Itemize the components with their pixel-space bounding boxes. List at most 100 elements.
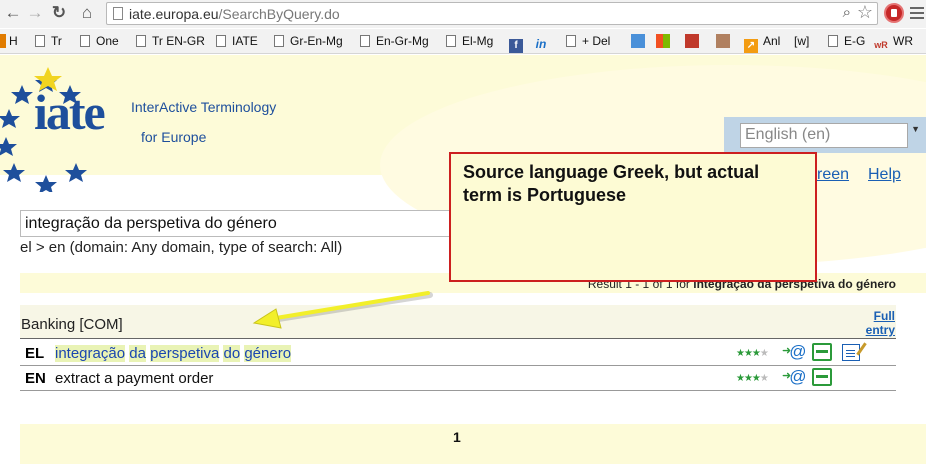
facebook-icon: f [509, 39, 523, 53]
bookmark-item[interactable]: Tr EN-GR [136, 33, 205, 50]
transfer-icon[interactable] [812, 343, 832, 361]
reliability-stars-icon: ★★★★ [736, 348, 769, 359]
adblock-extension-icon[interactable] [884, 3, 904, 23]
bookmark-label: Anl [763, 34, 781, 48]
term-word[interactable]: da [129, 345, 146, 362]
bookmark-label: E-G [844, 34, 866, 48]
bookmark-item[interactable]: Gr-En-Mg [274, 33, 343, 50]
email-term-icon[interactable]: ➜@ [782, 367, 806, 387]
term-text[interactable]: extract a payment order [55, 370, 213, 387]
domain-label: Banking [COM] [21, 316, 123, 333]
forward-arrow-icon[interactable]: → [24, 2, 46, 24]
bookmark-item[interactable]: H [0, 33, 18, 50]
linkedin-icon: in [535, 37, 547, 51]
document-icon [446, 35, 456, 47]
bookmark-label: [w] [794, 34, 810, 48]
url-host: iate.europa.eu [129, 6, 219, 22]
term-word[interactable]: integração [55, 345, 126, 362]
bookmarks-bar: H Tr One Tr EN-GR IATE Gr-En-Mg En-Gr-Mg… [0, 29, 926, 54]
bookmark-label: Gr-En-Mg [290, 34, 343, 48]
bookmark-label: El-Mg [462, 34, 494, 48]
bookmark-item[interactable]: ↗ Anl [744, 33, 781, 53]
bookmark-item[interactable]: En-Gr-Mg [360, 33, 429, 50]
bookmark-label: Tr EN-GR [152, 34, 205, 48]
zoom-icon[interactable]: ⌕ [843, 4, 851, 21]
bookmark-item[interactable] [685, 33, 704, 50]
address-bar[interactable]: iate.europa.eu/SearchByQuery.do ⌕ ☆ [106, 2, 878, 25]
table-row: EN extract a payment order ★★★★ ➜@ [20, 366, 896, 391]
browser-menu-icon[interactable] [910, 4, 924, 22]
bookmark-item[interactable]: Tr [35, 33, 62, 50]
bookmark-item[interactable]: + Del [566, 33, 610, 50]
bookmark-item[interactable]: E-G [828, 33, 865, 50]
table-row: EL integração da perspetiva do género ★★… [20, 341, 896, 366]
term-text[interactable]: integração da perspetiva do género [55, 345, 292, 362]
term-word[interactable]: perspetiva [150, 345, 220, 362]
search-input[interactable] [20, 210, 450, 237]
page-content: iate InterActive Terminology for Europe … [0, 55, 926, 474]
interface-language-select[interactable]: English (en) ▼ [724, 117, 926, 153]
bookmark-item[interactable] [716, 33, 735, 50]
bookmark-item[interactable]: [w] [794, 33, 809, 50]
bookmark-item[interactable]: in [534, 33, 553, 51]
bookmark-favicon [0, 34, 6, 48]
email-term-icon[interactable]: ➜@ [782, 342, 806, 362]
term-word[interactable]: do [223, 345, 241, 362]
bookmark-item[interactable]: IATE [216, 33, 258, 50]
url-path: /SearchByQuery.do [218, 6, 340, 22]
language-code: EL [25, 345, 45, 362]
brand-line-1: InterActive Terminology [131, 99, 277, 115]
document-icon [274, 35, 284, 47]
bookmark-item[interactable]: wR WR [874, 33, 913, 50]
language-select-value[interactable]: English (en) [740, 123, 908, 148]
language-code: EN [25, 370, 46, 387]
document-icon [136, 35, 146, 47]
document-icon [80, 35, 90, 47]
bookmark-label: H [9, 34, 18, 48]
bookmark-label: WR [893, 34, 913, 48]
iate-logo: iate [34, 84, 106, 140]
calendar-icon [631, 34, 645, 48]
bookmark-item[interactable]: f [509, 33, 528, 53]
browser-toolbar: ← → ↻ ⌂ iate.europa.eu/SearchByQuery.do … [0, 0, 926, 28]
bookmark-label: One [96, 34, 119, 48]
screen-link[interactable]: reen [817, 166, 849, 184]
page-icon [113, 7, 123, 20]
page-number[interactable]: 1 [453, 429, 461, 445]
document-icon [828, 35, 838, 47]
query-info: el > en (domain: Any domain, type of sea… [20, 239, 343, 256]
edit-note-icon[interactable] [842, 344, 860, 361]
app-icon [685, 34, 699, 48]
bookmark-label: En-Gr-Mg [376, 34, 429, 48]
url-text: iate.europa.eu/SearchByQuery.do [129, 6, 340, 22]
term-word[interactable]: género [244, 345, 292, 362]
transfer-icon[interactable] [812, 368, 832, 386]
document-icon [360, 35, 370, 47]
document-icon [216, 35, 226, 47]
full-entry-link[interactable]: Full entry [866, 309, 895, 337]
annotation-callout: Source language Greek, but actual term i… [449, 152, 817, 282]
domain-row: Banking [COM] Full entry [20, 305, 896, 339]
bookmark-label: Tr [51, 34, 62, 48]
dropdown-arrow-icon[interactable]: ▼ [911, 124, 920, 134]
back-arrow-icon[interactable]: ← [2, 2, 24, 24]
help-link[interactable]: Help [868, 166, 901, 184]
bookmark-item[interactable]: El-Mg [446, 33, 493, 50]
avatar-icon [716, 34, 730, 48]
bookmark-label: + Del [582, 34, 611, 48]
pagination-bar: 1 [20, 424, 926, 464]
document-icon [35, 35, 45, 47]
wordreference-icon: wR [874, 40, 888, 50]
bookmark-label: IATE [232, 34, 258, 48]
document-icon [566, 35, 576, 47]
brand-line-2: for Europe [141, 129, 207, 145]
bookmark-item[interactable] [656, 33, 675, 50]
windows-icon [656, 34, 670, 48]
bookmark-item[interactable]: One [80, 33, 119, 50]
reload-icon[interactable]: ↻ [48, 2, 70, 24]
reliability-stars-icon: ★★★★ [736, 373, 769, 384]
chart-icon: ↗ [744, 39, 758, 53]
home-icon[interactable]: ⌂ [76, 2, 98, 24]
bookmark-item[interactable] [631, 33, 650, 50]
bookmark-star-icon[interactable]: ☆ [857, 2, 873, 23]
